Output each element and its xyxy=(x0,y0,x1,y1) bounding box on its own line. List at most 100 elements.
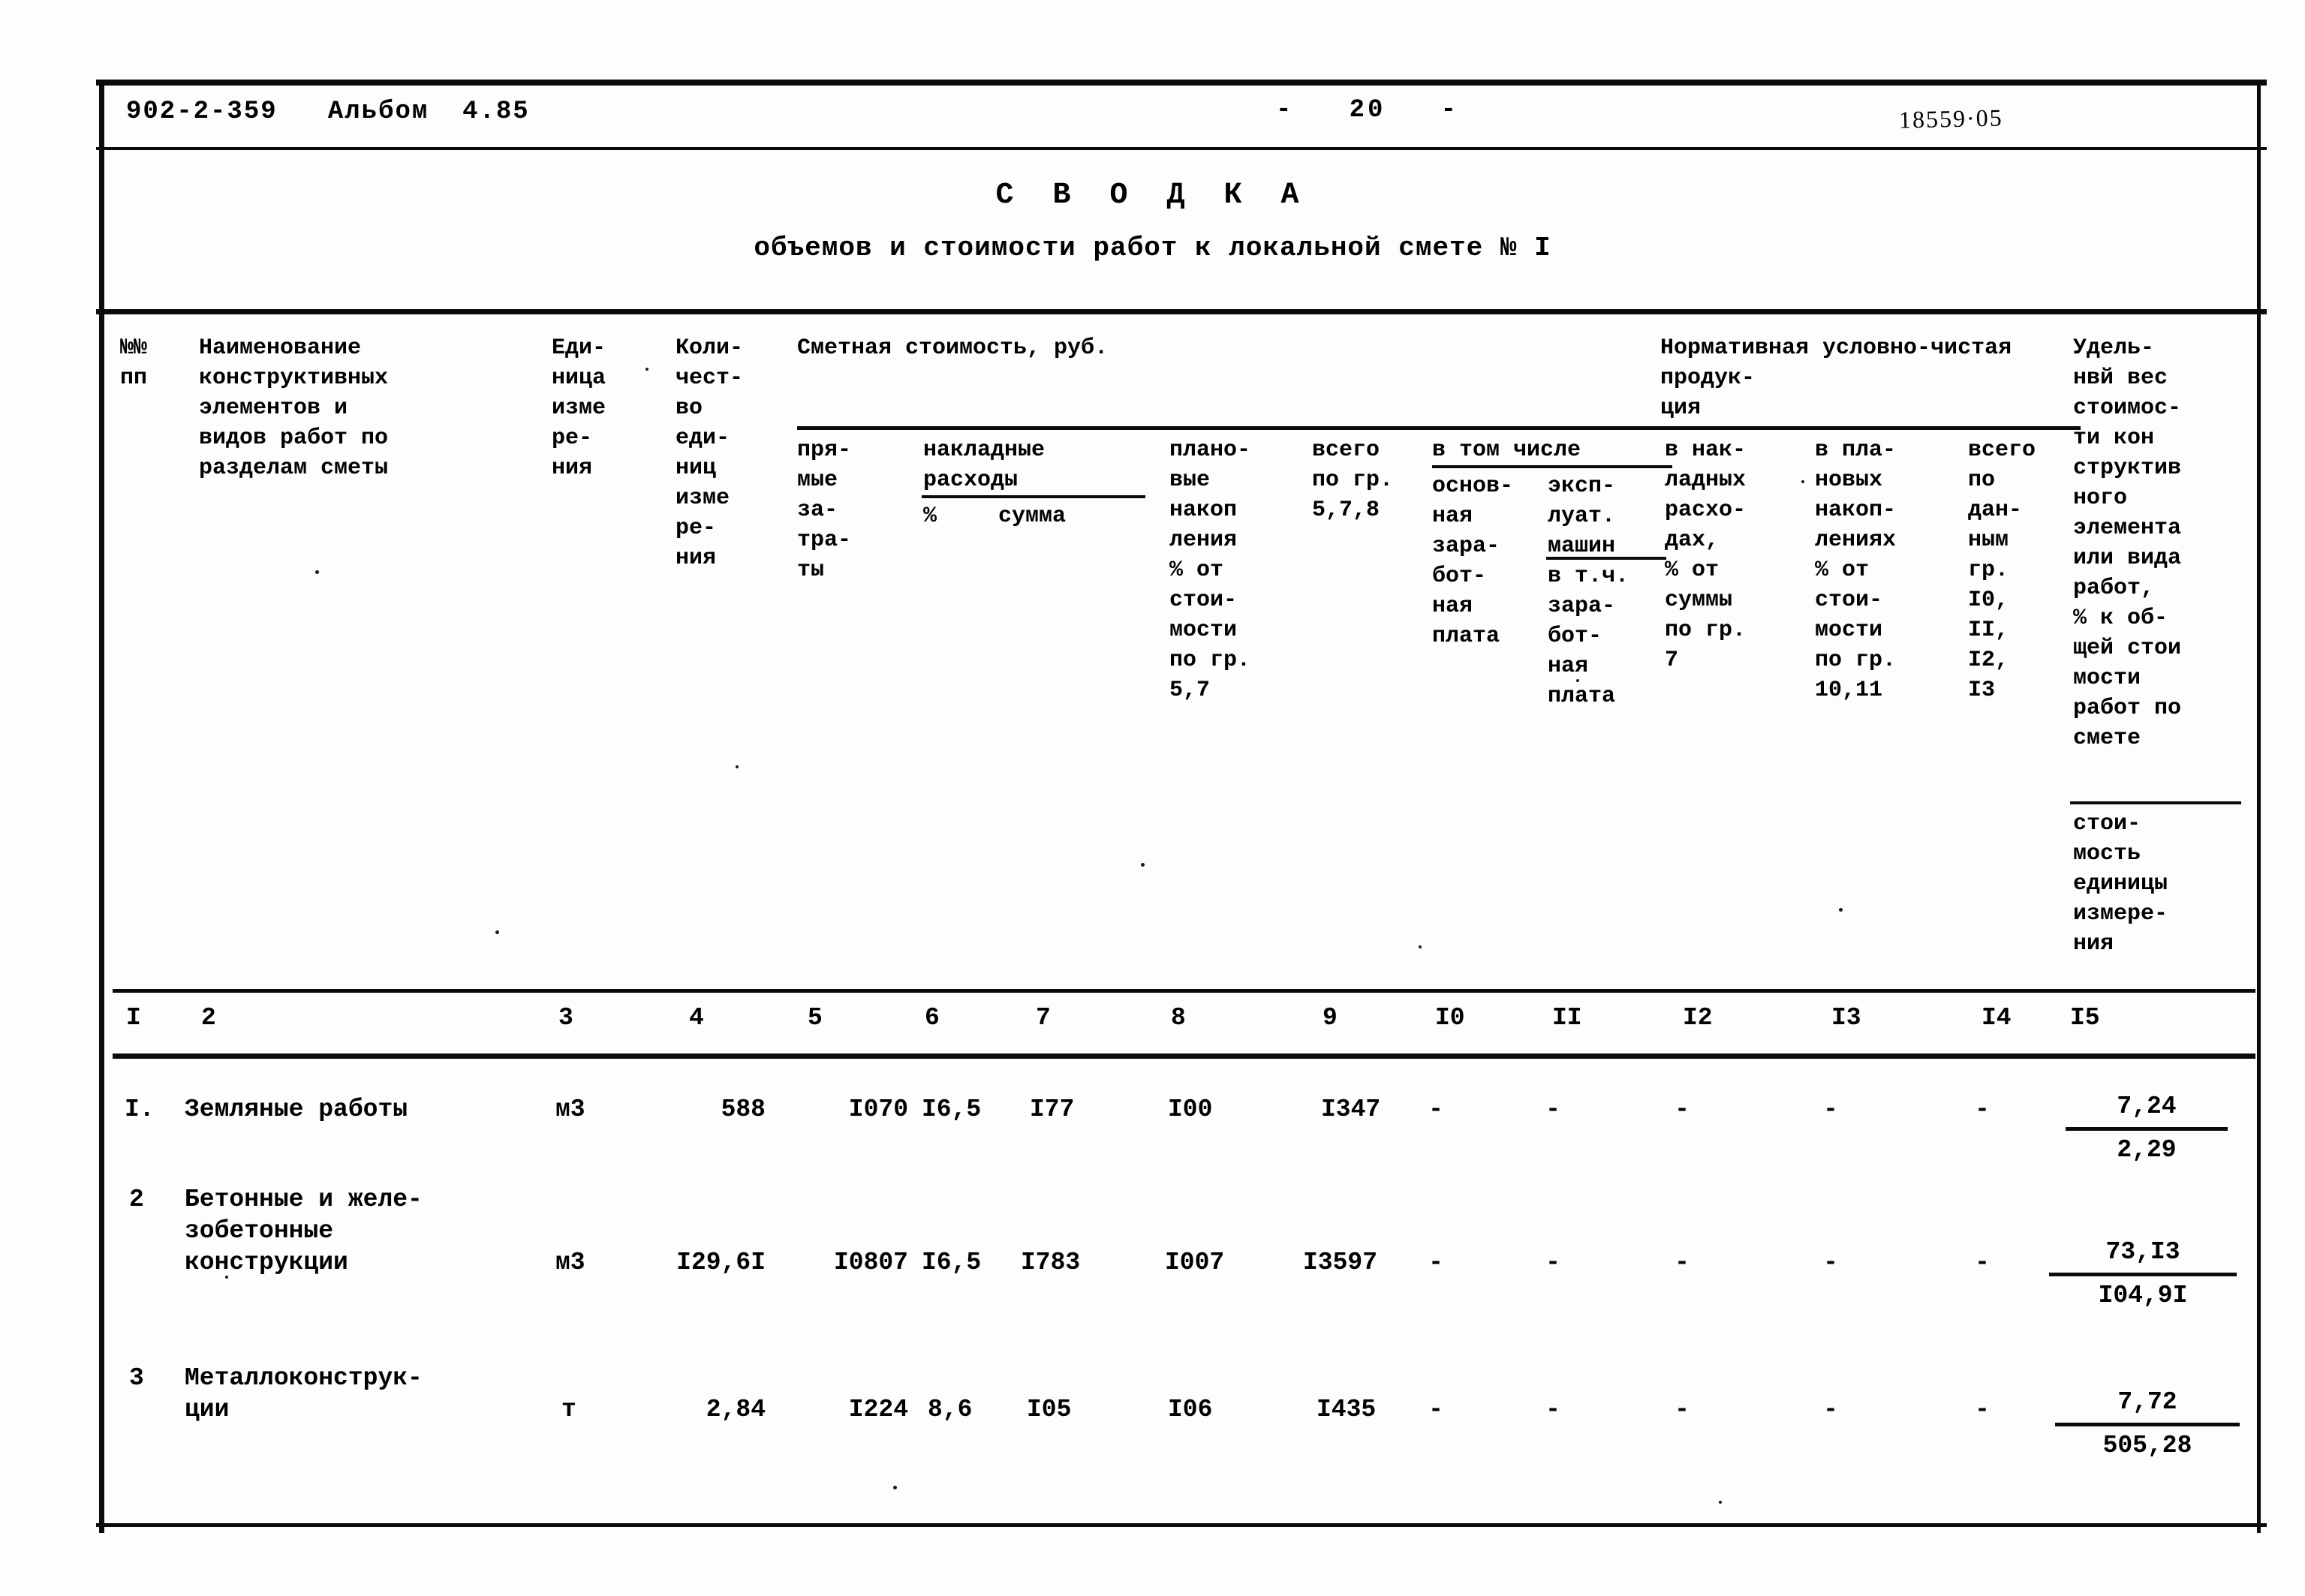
scan-speck xyxy=(1801,480,1804,483)
header-group-normative-net-output: Нормативная условно-чистая продук- ция xyxy=(1660,335,2012,421)
row-overhead-sum: I77 xyxy=(1030,1096,1075,1123)
row-plan-accumulation: I007 xyxy=(1165,1249,1225,1276)
page-subtitle: объемов и стоимости работ к локальной см… xyxy=(754,233,1551,263)
row-unit-cost: I04,9I xyxy=(2098,1282,2188,1309)
row-overhead-pct: 8,6 xyxy=(928,1396,973,1423)
row-weight-and-unit-cost: 73,I3 I04,9I xyxy=(2049,1235,2237,1313)
fraction-bar xyxy=(2055,1423,2240,1426)
row-number: 2 xyxy=(129,1186,144,1213)
archive-stamp-number: 18559·05 xyxy=(1898,104,2004,134)
header-group-including: в том числе xyxy=(1432,437,1581,463)
row-qty: I29,6I xyxy=(676,1249,766,1276)
scan-speck xyxy=(1419,945,1422,948)
header-col-6: % xyxy=(923,503,937,529)
scan-speck xyxy=(1576,679,1579,682)
row-col13: - xyxy=(1823,1096,1838,1123)
header-col-11-machines: эксп- луат. машин xyxy=(1548,473,1616,559)
row-weight-pct: 73,I3 xyxy=(2105,1238,2180,1266)
column-number-bottom-rule xyxy=(113,1053,2255,1059)
row-qty: 2,84 xyxy=(706,1396,766,1423)
header-col-15-bottom: стои- мость единицы измере- ния xyxy=(2073,811,2168,957)
row-total: I347 xyxy=(1321,1096,1381,1123)
document-code: 902-2-359 Альбом 4.85 xyxy=(126,98,530,126)
scan-speck xyxy=(893,1486,897,1489)
colnum-6: 6 xyxy=(925,1004,940,1032)
header-group-underline-including xyxy=(1432,465,1672,468)
header-group-estimate-cost: Сметная стоимость, руб. xyxy=(797,335,1109,361)
header-col-10: основ- ная зара- бот- ная плата xyxy=(1432,473,1514,649)
colnum-7: 7 xyxy=(1036,1004,1051,1032)
row-col14: - xyxy=(1975,1096,1990,1123)
colnum-15: I5 xyxy=(2070,1004,2100,1032)
row-overhead-pct: I6,5 xyxy=(922,1249,982,1276)
row-unit-cost: 505,28 xyxy=(2102,1432,2192,1459)
header-bottom-rule xyxy=(96,147,2267,150)
row-weight-and-unit-cost: 7,72 505,28 xyxy=(2055,1385,2240,1463)
row-number: 3 xyxy=(129,1364,144,1392)
scan-speck xyxy=(1719,1501,1722,1504)
header-col-3: Еди- ница изме ре- ния xyxy=(552,335,606,481)
row-total: I435 xyxy=(1316,1396,1377,1423)
header-col-15-divider xyxy=(2070,801,2241,804)
row-unit-cost: 2,29 xyxy=(2117,1136,2177,1164)
header-col-15-top: Удель- нвй вес стоимос- ти кон структив … xyxy=(2073,335,2182,751)
row-name: Бетонные и желе- зобетонные конструкции xyxy=(185,1186,423,1276)
fraction-bar xyxy=(2049,1273,2237,1276)
table-frame xyxy=(99,81,2261,1533)
header-col-5: пря- мые за- тра- ты xyxy=(797,437,852,583)
table-header-top-rule xyxy=(96,309,2267,314)
header-col-2: Наименование конструктивных элементов и … xyxy=(199,335,389,481)
row-qty: 588 xyxy=(721,1096,766,1123)
row-col10: - xyxy=(1428,1249,1443,1276)
row-col12: - xyxy=(1675,1096,1690,1123)
row-col11: - xyxy=(1545,1249,1560,1276)
table-bottom-rule xyxy=(96,1523,2267,1527)
row-overhead-sum: I05 xyxy=(1027,1396,1072,1423)
row-col11: - xyxy=(1545,1096,1560,1123)
row-plan-accumulation: I00 xyxy=(1168,1096,1213,1123)
header-col-4: Коли- чест- во еди- ниц изме ре- ния xyxy=(676,335,744,571)
row-weight-and-unit-cost: 7,24 2,29 xyxy=(2066,1090,2228,1168)
colnum-1: I xyxy=(126,1004,141,1032)
colnum-5: 5 xyxy=(808,1004,823,1032)
column-number-top-rule xyxy=(113,989,2255,993)
header-col-14: всего по дан- ным гр. I0, II, I2, I3 xyxy=(1968,437,2036,703)
page-title: С В О Д К А xyxy=(995,179,1310,212)
row-col12: - xyxy=(1675,1249,1690,1276)
header-col-13: в пла- новых накоп- лениях % от стои- мо… xyxy=(1815,437,1897,703)
row-number: I. xyxy=(125,1096,155,1123)
colnum-8: 8 xyxy=(1171,1004,1186,1032)
colnum-4: 4 xyxy=(689,1004,704,1032)
row-unit: м3 xyxy=(555,1096,585,1123)
row-unit: м3 xyxy=(555,1249,585,1276)
row-overhead-sum: I783 xyxy=(1021,1249,1081,1276)
header-col-11-wages: в т.ч. зара- бот- ная плата xyxy=(1548,564,1629,709)
colnum-9: 9 xyxy=(1323,1004,1338,1032)
scan-speck xyxy=(225,1276,228,1279)
row-name: Металлоконструк- ции xyxy=(185,1364,423,1423)
document-page: 902-2-359 Альбом 4.85 - 20 - 18559·05 С … xyxy=(0,0,2305,1596)
row-direct-cost: I070 xyxy=(848,1096,908,1123)
row-plan-accumulation: I06 xyxy=(1168,1396,1213,1423)
colnum-10: I0 xyxy=(1435,1004,1465,1032)
row-col12: - xyxy=(1675,1396,1690,1423)
row-col10: - xyxy=(1428,1396,1443,1423)
colnum-12: I2 xyxy=(1683,1004,1713,1032)
scan-speck xyxy=(495,930,499,934)
header-group-underline-overhead xyxy=(922,495,1145,498)
colnum-14: I4 xyxy=(1982,1004,2012,1032)
scan-speck xyxy=(315,570,319,574)
row-col14: - xyxy=(1975,1396,1990,1423)
header-col-12: в нак- ладных расхо- дах, % от суммы по … xyxy=(1665,437,1747,673)
row-col11: - xyxy=(1545,1396,1560,1423)
row-col13: - xyxy=(1823,1396,1838,1423)
header-col-11-underline xyxy=(1546,557,1666,560)
header-group-overhead: накладные расходы xyxy=(923,437,1046,493)
scan-speck xyxy=(645,368,648,371)
row-total: I3597 xyxy=(1303,1249,1378,1276)
header-col-9: всего по гр. 5,7,8 xyxy=(1312,437,1394,523)
row-col10: - xyxy=(1428,1096,1443,1123)
row-name: Земляные работы xyxy=(185,1096,408,1123)
row-col13: - xyxy=(1823,1249,1838,1276)
scan-speck xyxy=(1141,863,1145,867)
